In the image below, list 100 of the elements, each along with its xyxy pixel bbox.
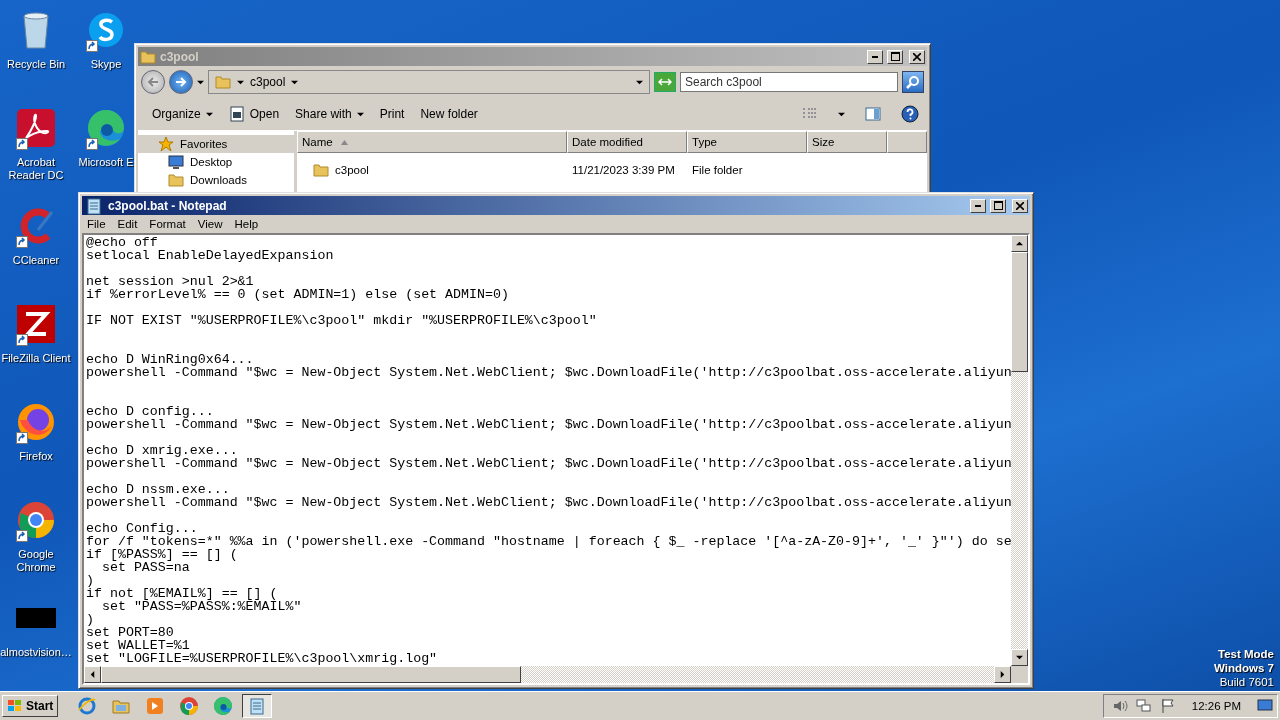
toolbar-button[interactable]: Print: [373, 105, 411, 123]
refresh-button[interactable]: [654, 72, 676, 92]
menu-item[interactable]: Help: [229, 218, 264, 230]
preview-pane-icon[interactable]: [865, 106, 881, 122]
horizontal-scrollbar[interactable]: [84, 666, 1011, 683]
code-line: set PASS=na: [100, 561, 191, 574]
left-arrow-icon: [147, 76, 159, 88]
close-icon: [913, 52, 921, 61]
code-line: set WALLET=%1: [86, 639, 191, 652]
flag-icon[interactable]: [1159, 698, 1176, 714]
scroll-right-button[interactable]: [994, 666, 1011, 683]
star-icon: [158, 136, 174, 152]
search-button[interactable]: [902, 71, 924, 93]
toolbar-button[interactable]: New folder: [414, 105, 484, 123]
breadcrumb[interactable]: c3pool: [250, 75, 286, 89]
right-arrow-icon: [175, 76, 187, 88]
dropdown-arrow-icon: [237, 78, 244, 86]
windows-logo-icon: [7, 699, 23, 713]
scroll-down-button[interactable]: [1011, 649, 1028, 666]
speaker-icon[interactable]: [1111, 698, 1128, 714]
notepad-icon: [84, 195, 104, 216]
maximize-button[interactable]: [990, 198, 1006, 213]
code-line: for /f "tokens=*" %%a in ('powershell.exe -Command "hostname | foreach { $_ -replace '[^a-zA-Z0-9]+', '_' }"') do se: [86, 535, 1011, 548]
chrome-icon: [179, 696, 200, 716]
watermark-text: Test Mode: [1218, 647, 1274, 661]
network-icon[interactable]: [1135, 698, 1152, 714]
code-line: powershell -Command "$wc = New-Object System.Net.WebClient; $wc.DownloadFile('http://c3poolbat.oss-accelerate.aliyun: [86, 418, 1011, 431]
toolbar-button[interactable]: Open: [222, 104, 286, 124]
minimize-button[interactable]: [867, 49, 883, 64]
desktop-icon-label[interactable]: almostvision…: [0, 646, 72, 659]
column-header[interactable]: Type: [687, 131, 807, 153]
code-line: net session >nul 2>&1: [86, 275, 255, 288]
folder-icon: [140, 48, 156, 65]
dropdown-arrow-icon: [197, 78, 204, 86]
desktop-icon-label[interactable]: Firefox: [19, 450, 53, 463]
table-cell-text: 11/21/2023 3:39 PM: [571, 164, 676, 176]
forward-button[interactable]: [169, 70, 193, 94]
vertical-scrollbar[interactable]: [1011, 235, 1028, 666]
menu-item[interactable]: View: [192, 218, 228, 230]
code-line: echo D xmrig.exe...: [86, 444, 239, 457]
back-button[interactable]: [141, 70, 165, 94]
code-line: echo D WinRing0x64...: [86, 353, 255, 366]
desktop-icon-label[interactable]: Microsoft E: [78, 156, 134, 169]
toolbar-button[interactable]: Organize: [146, 105, 219, 123]
scroll-up-button[interactable]: [1011, 235, 1028, 252]
code-line: echo Config...: [86, 522, 198, 535]
code-line: if not [%EMAIL%] == [] (: [86, 587, 278, 600]
column-header[interactable]: Size: [807, 131, 887, 153]
minimize-button[interactable]: [970, 198, 986, 213]
column-header[interactable]: Date modified: [567, 131, 687, 153]
code-line: if [%PASS%] == [] (: [86, 548, 239, 561]
code-line: echo D config...: [86, 405, 214, 418]
close-button[interactable]: [909, 49, 925, 64]
clock[interactable]: 12:26 PM: [1183, 700, 1249, 712]
column-header[interactable]: Name: [297, 131, 567, 153]
desktop-icon-label[interactable]: FileZilla Client: [1, 352, 71, 365]
minimize-icon: [872, 55, 878, 58]
minimize-icon: [975, 204, 981, 207]
search-icon: [906, 75, 920, 89]
address-bar[interactable]: c3pool: [208, 70, 650, 94]
menu-item[interactable]: Edit: [112, 218, 143, 230]
dropdown-arrow-icon: [1016, 654, 1023, 661]
window-title: c3pool.bat - Notepad: [108, 198, 228, 213]
help-icon[interactable]: [901, 105, 919, 123]
show-desktop-icon[interactable]: [1257, 699, 1273, 713]
media-player-icon: [145, 696, 166, 716]
code-line: powershell -Command "$wc = New-Object System.Net.WebClient; $wc.DownloadFile('http://c3poolbat.oss-accelerate.aliyun: [86, 366, 1011, 379]
close-icon: [1016, 201, 1024, 210]
maximize-icon: [890, 52, 900, 61]
file-name-cell[interactable]: c3pool: [297, 162, 567, 178]
toolbar-button[interactable]: Share with: [289, 105, 370, 123]
open-icon: [228, 106, 245, 122]
maximize-icon: [993, 201, 1003, 210]
size-grip[interactable]: [1011, 666, 1028, 683]
code-line: echo D nssm.exe...: [86, 483, 231, 496]
menu-item[interactable]: Format: [144, 218, 191, 230]
desktop-icon-label[interactable]: Recycle Bin: [6, 58, 66, 71]
desktop-icon-label[interactable]: CCleaner: [12, 254, 60, 267]
taskbar-app-button[interactable]: [242, 694, 273, 718]
code-line: ): [86, 574, 94, 587]
maximize-button[interactable]: [887, 49, 903, 64]
watermark-text: Windows 7: [1214, 661, 1274, 675]
dropdown-arrow-icon: [291, 78, 299, 86]
code-line: powershell -Command "$wc = New-Object System.Net.WebClient; $wc.DownloadFile('http://c3poolbat.oss-accelerate.aliyun: [86, 457, 1011, 470]
desktop-icon-label[interactable]: Acrobat Reader DC: [0, 156, 72, 182]
table-cell-text: File folder: [691, 164, 744, 176]
desktop-icon-label[interactable]: Google Chrome: [0, 548, 72, 574]
dropdown-arrow-icon: [838, 110, 845, 118]
navigation-item[interactable]: Favorites: [138, 135, 294, 153]
menu-item[interactable]: File: [82, 218, 111, 230]
code-line: ): [86, 613, 95, 626]
desktop-icon-label[interactable]: Skype: [90, 58, 122, 71]
filezilla-icon: [16, 304, 56, 344]
code-line: powershell -Command "$wc = New-Object System.Net.WebClient; $wc.DownloadFile('http://c3poolbat.oss-accelerate.aliyun: [86, 496, 1011, 509]
code-line: setlocal EnableDelayedExpansion: [86, 249, 335, 262]
start-button[interactable]: Start: [2, 695, 59, 717]
search-field[interactable]: Search c3pool: [680, 72, 898, 92]
edge-icon: [86, 108, 126, 148]
scroll-left-button[interactable]: [84, 666, 101, 683]
close-button[interactable]: [1012, 198, 1028, 213]
